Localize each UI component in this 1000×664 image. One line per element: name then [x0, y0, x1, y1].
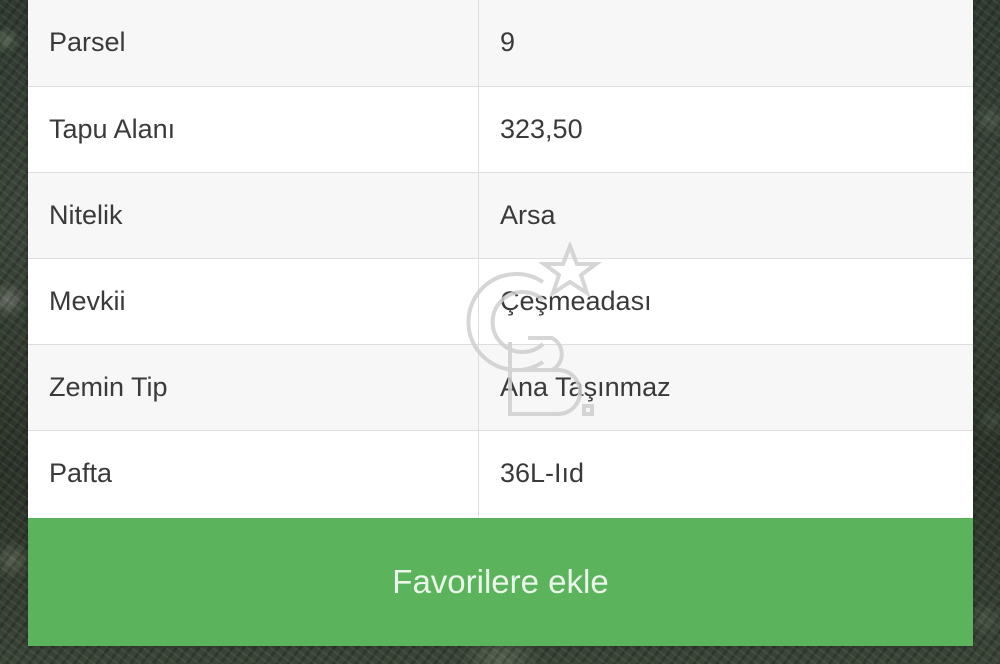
table-row-tapu-alani: Tapu Alanı 323,50	[28, 86, 973, 172]
table-row-parsel: Parsel 9	[28, 0, 973, 86]
row-value: Çeşmeadası	[500, 285, 652, 316]
row-value: 323,50	[500, 113, 583, 144]
parcel-info-table: Parsel 9 Tapu Alanı 323,50 Nitelik Arsa …	[28, 0, 973, 517]
row-label: Zemin Tip	[28, 344, 479, 430]
table-row-mevkii: Mevkii Çeşmeadası	[28, 258, 973, 344]
row-label: Tapu Alanı	[28, 86, 479, 172]
row-value: Ana Taşınmaz	[500, 371, 671, 402]
row-value: 36L-Iıd	[500, 458, 585, 489]
row-label: Nitelik	[28, 172, 479, 258]
row-label: Mevkii	[28, 258, 479, 344]
row-label: Pafta	[28, 430, 479, 517]
table-row-nitelik: Nitelik Arsa	[28, 172, 973, 258]
parcel-info-panel: Parsel 9 Tapu Alanı 323,50 Nitelik Arsa …	[28, 0, 973, 646]
row-value: 9	[500, 27, 516, 58]
table-row-zemin-tip: Zemin Tip Ana Taşınmaz	[28, 344, 973, 430]
row-value: Arsa	[500, 199, 556, 230]
add-to-favorites-button[interactable]: Favorilere ekle	[28, 518, 973, 646]
table-row-pafta: Pafta 36L-Iıd	[28, 430, 973, 517]
row-label: Parsel	[28, 0, 479, 86]
